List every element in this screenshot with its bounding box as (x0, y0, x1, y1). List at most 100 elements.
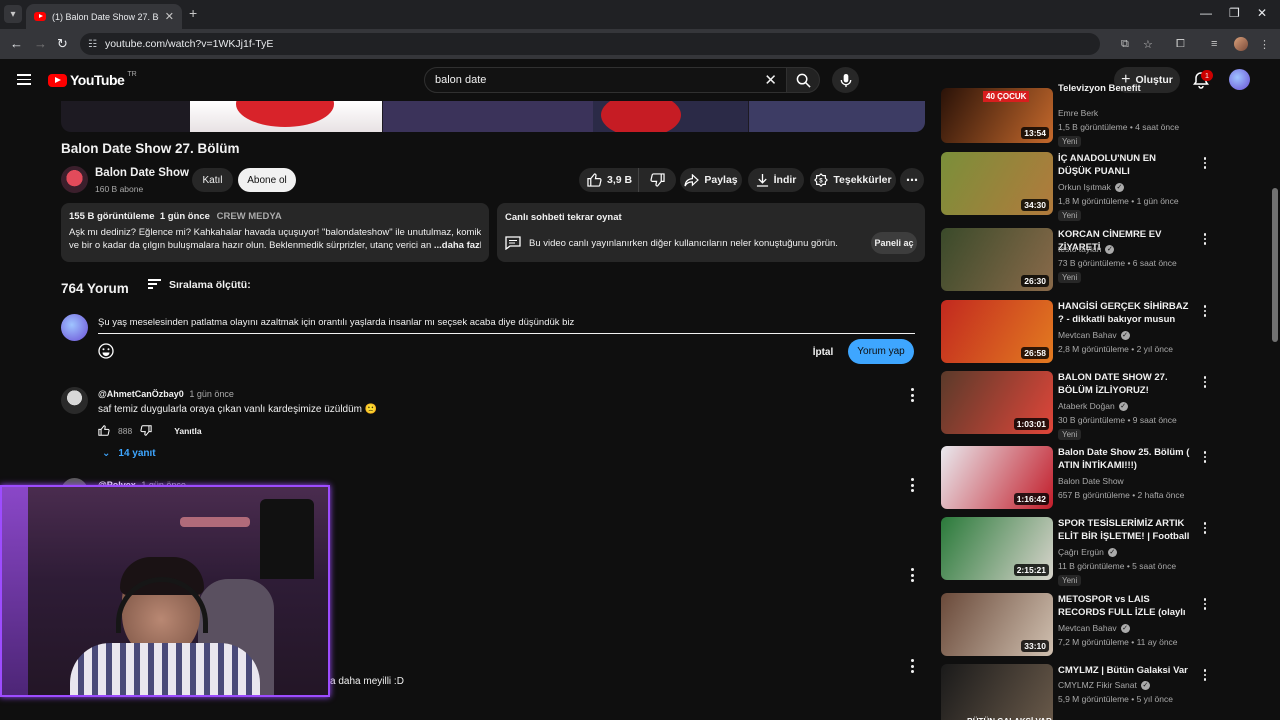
comment-menu-icon[interactable] (908, 478, 916, 492)
comment-author-handle[interactable]: @AhmetCanÖzbay0 (98, 389, 184, 399)
minimize-icon[interactable]: — (1200, 6, 1212, 20)
share-button[interactable]: Paylaş (680, 168, 742, 192)
channel-name[interactable]: Çağrı Ergün (1058, 547, 1104, 557)
like-button[interactable]: 3,9 B (579, 168, 639, 192)
related-video-item[interactable]: 2:15:21 SPOR TESİSLERİMİZ ARTIK ELİT BİR … (941, 517, 1211, 586)
related-video-title[interactable]: METOSPOR vs LAIS RECORDS FULL İZLE (olay… (1058, 593, 1192, 620)
related-video-item[interactable]: 40 ÇOCUK 13:54 Televizyon Benefit Emre Berk… (941, 83, 1211, 158)
channel-name[interactable]: Ataberk Doğan (1058, 401, 1115, 411)
video-menu-icon[interactable] (1203, 233, 1207, 245)
related-video-channel[interactable]: Mevtcan Bahav ✓ (1058, 330, 1130, 340)
comment-input[interactable]: Şu yaş meselesinden patlatma olayını aza… (98, 314, 915, 334)
subscribe-button[interactable]: Abone ol (238, 168, 296, 192)
related-video-title[interactable]: HANGİSİ GERÇEK SİHİRBAZ ? - dikkatli bak… (1058, 300, 1192, 327)
download-button[interactable]: İndir (748, 168, 804, 192)
join-button[interactable]: Katıl (192, 168, 233, 192)
back-icon[interactable]: ← (10, 36, 23, 51)
video-thumbnail[interactable]: 1:03:01 (941, 371, 1053, 434)
related-video-channel[interactable]: CMYLMZ Fikir Sanat ✓ (1058, 680, 1150, 690)
post-comment-button[interactable]: Yorum yap (848, 339, 914, 364)
clear-search-icon[interactable]: ✕ (764, 71, 777, 89)
video-menu-icon[interactable] (1203, 669, 1207, 681)
reload-icon[interactable]: ↻ (57, 36, 68, 52)
related-video-channel[interactable]: Çağrı Ergün ✓ (1058, 547, 1117, 557)
related-video-title[interactable]: SPOR TESİSLERİMİZ ARTIK ELİT BİR İŞLETME… (1058, 517, 1192, 544)
browser-tab[interactable]: (1) Balon Date Show 27. Bölüm ✕ (26, 4, 182, 29)
video-menu-icon[interactable] (1203, 522, 1207, 534)
related-video-channel[interactable]: Orkun Işıtmak ✓ (1058, 182, 1124, 192)
video-thumbnail[interactable]: 26:58 (941, 300, 1053, 363)
video-thumbnail[interactable]: 1:16:42 (941, 446, 1053, 509)
window-close-icon[interactable]: ✕ (1257, 6, 1267, 20)
video-menu-icon[interactable] (1203, 451, 1207, 463)
extensions-icon[interactable]: ⧠ (1176, 38, 1185, 51)
show-more-link[interactable]: ...daha fazla (434, 240, 481, 251)
chrome-menu-icon[interactable]: ⋮ (1259, 38, 1270, 51)
channel-name[interactable]: Orkun Işıtmak (1058, 182, 1111, 192)
description-box[interactable]: 155 B görüntüleme 1 gün önce CREW MEDYA … (61, 203, 489, 262)
video-thumbnail[interactable]: 34:30 (941, 152, 1053, 215)
comment-dislike-icon[interactable] (140, 425, 152, 436)
video-menu-icon[interactable] (1203, 305, 1207, 317)
tab-search-button[interactable]: ▾ (4, 5, 22, 23)
related-video-item[interactable]: 33:10 METOSPOR vs LAIS RECORDS FULL İZLE … (941, 593, 1211, 661)
related-video-channel[interactable]: Mevtcan Bahav ✓ (1058, 623, 1130, 633)
more-actions-button[interactable]: ⋯ (900, 168, 924, 192)
related-video-title[interactable]: Televizyon Benefit (1058, 82, 1192, 95)
comment-author-avatar[interactable] (61, 387, 88, 414)
guide-menu-icon[interactable] (17, 74, 31, 85)
related-video-item[interactable]: 1:16:42 Balon Date Show 25. Bölüm ( ATIN … (941, 446, 1211, 514)
video-menu-icon[interactable] (1203, 598, 1207, 610)
related-video-channel[interactable]: Ataberk Doğan ✓ (1058, 401, 1128, 411)
channel-name[interactable]: testo taylan (1058, 244, 1101, 254)
open-panel-button[interactable]: Paneli aç (871, 232, 917, 254)
channel-name[interactable]: Balon Date Show (1058, 476, 1124, 486)
voice-search-button[interactable] (832, 67, 859, 93)
media-controls-icon[interactable]: ≡ (1211, 38, 1217, 50)
restore-icon[interactable]: ❐ (1229, 6, 1240, 20)
related-video-item[interactable]: 1:03:01 BALON DATE SHOW 27. BÖLÜM İZLİYOR… (941, 371, 1211, 440)
reply-button[interactable]: Yanıtla (174, 426, 201, 436)
channel-name[interactable]: Mevtcan Bahav (1058, 330, 1117, 340)
channel-name[interactable]: Emre Berk (1058, 108, 1098, 118)
video-thumbnail[interactable]: 2:15:21 (941, 517, 1053, 580)
video-thumbnail[interactable]: BÜTÜN GALAKSİ VAR (941, 664, 1053, 720)
related-video-item[interactable]: 26:58 HANGİSİ GERÇEK SİHİRBAZ ? - dikkatl… (941, 300, 1211, 368)
close-tab-icon[interactable]: ✕ (165, 10, 174, 23)
comment-author[interactable]: @AhmetCanÖzbay0 1 gün önce (98, 389, 234, 399)
cancel-button[interactable]: İptal (803, 340, 843, 364)
channel-avatar[interactable] (61, 166, 88, 193)
install-app-icon[interactable]: ⧉ (1121, 38, 1129, 51)
channel-name[interactable]: Mevtcan Bahav (1058, 623, 1117, 633)
scrollbar-thumb[interactable] (1272, 188, 1278, 342)
video-thumbnail[interactable]: 40 ÇOCUK 13:54 (941, 88, 1053, 143)
related-video-item[interactable]: 26:30 KORCAN CİNEMRE EV ZİYARETİ testo tay… (941, 228, 1211, 296)
related-video-item[interactable]: 34:30 İÇ ANADOLU'NUN EN DÜŞÜK PUANLI REST… (941, 152, 1211, 221)
video-thumbnail[interactable]: 33:10 (941, 593, 1053, 656)
search-button[interactable] (786, 67, 820, 93)
related-video-channel[interactable]: Balon Date Show (1058, 476, 1124, 486)
related-video-title[interactable]: Balon Date Show 25. Bölüm ( ATIN İNTİKAM… (1058, 446, 1192, 472)
comment-menu-icon[interactable] (908, 659, 916, 673)
comment-menu-icon[interactable] (908, 568, 916, 582)
related-video-title[interactable]: BALON DATE SHOW 27. BÖLÜM İZLİYORUZ! (1058, 371, 1192, 397)
youtube-logo[interactable]: YouTube TR (48, 71, 137, 88)
dislike-button[interactable] (639, 168, 676, 192)
video-thumbnail[interactable]: 26:30 (941, 228, 1053, 291)
comment-like-icon[interactable] (98, 425, 110, 436)
account-avatar[interactable] (1229, 69, 1250, 90)
video-menu-icon[interactable] (1203, 376, 1207, 388)
forward-icon[interactable]: → (34, 36, 47, 51)
related-video-item[interactable]: BÜTÜN GALAKSİ VAR CMYLMZ | Bütün Galaksi … (941, 664, 1211, 720)
address-bar[interactable]: ☷ youtube.com/watch?v=1WKJj1f-TyE (80, 33, 1100, 55)
site-info-icon[interactable]: ☷ (88, 39, 97, 50)
comment-menu-icon[interactable] (908, 388, 916, 402)
related-video-channel[interactable]: Emre Berk (1058, 108, 1098, 118)
new-tab-button[interactable]: + (189, 5, 197, 21)
bookmark-star-icon[interactable]: ☆ (1143, 38, 1153, 51)
search-input[interactable]: balon date ✕ (424, 67, 788, 93)
sort-comments-button[interactable]: Sıralama ölçütü: (148, 279, 251, 291)
browser-profile-avatar[interactable] (1234, 37, 1248, 51)
emoji-icon[interactable] (98, 343, 114, 359)
related-video-title[interactable]: CMYLMZ | Bütün Galaksi Var (1058, 664, 1192, 677)
